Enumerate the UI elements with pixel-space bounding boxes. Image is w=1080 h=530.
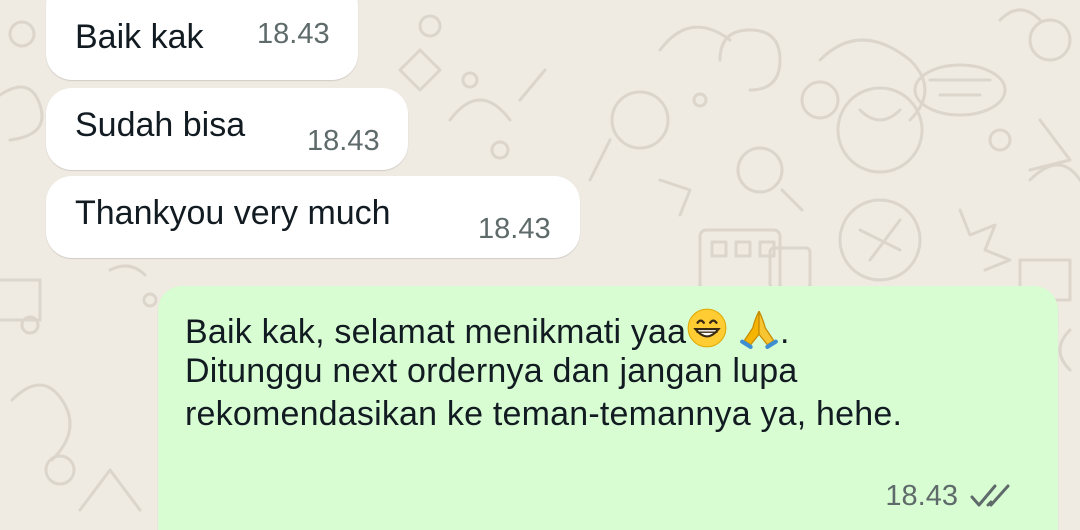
message-text: Sudah bisa bbox=[75, 106, 246, 144]
message-line: Ditunggu next ordernya dan jangan lupa bbox=[185, 352, 798, 390]
message-timestamp: 18.43 bbox=[885, 480, 958, 512]
message-timestamp: 18.43 bbox=[307, 125, 380, 157]
folded-hands-emoji bbox=[740, 310, 778, 349]
outgoing-message-bubble[interactable]: Baik kak, selamat menikmati yaa . Ditung… bbox=[158, 286, 1058, 530]
message-timestamp: 18.43 bbox=[478, 213, 551, 245]
message-line: rekomendasikan ke teman-temannya ya, heh… bbox=[185, 395, 903, 433]
message-text: Baik kak bbox=[75, 18, 204, 56]
message-text: Thankyou very much bbox=[75, 194, 391, 232]
grinning-face-emoji bbox=[687, 308, 727, 348]
message-line: Baik kak, selamat menikmati yaa . bbox=[185, 307, 902, 351]
incoming-message-bubble[interactable]: Baik kak 18.43 bbox=[46, 0, 358, 80]
incoming-message-bubble[interactable]: Thankyou very much 18.43 bbox=[46, 176, 580, 258]
message-timestamp: 18.43 bbox=[257, 18, 330, 50]
incoming-message-bubble[interactable]: Sudah bisa 18.43 bbox=[46, 88, 408, 170]
message-text: Baik kak, selamat menikmati yaa . Ditung… bbox=[185, 307, 902, 436]
message-footer: 18.43 bbox=[885, 480, 1014, 512]
read-receipt-double-check-icon bbox=[970, 484, 1010, 507]
